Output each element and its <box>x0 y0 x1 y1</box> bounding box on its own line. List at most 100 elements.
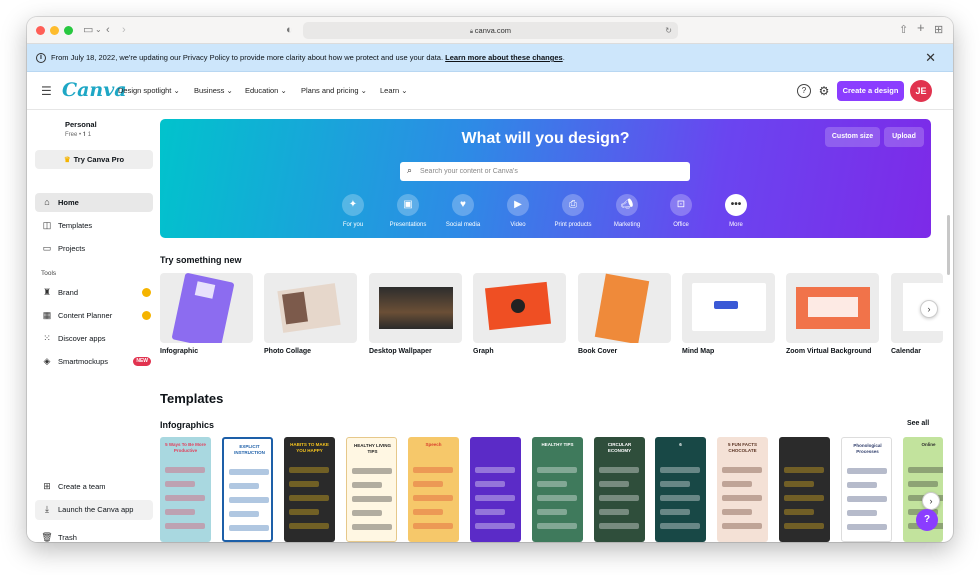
category-office[interactable]: ⊡ Office <box>651 194 711 228</box>
sidebar-toggle-icon[interactable]: ▭ <box>83 23 93 37</box>
upload-button[interactable]: Upload <box>884 127 924 147</box>
sidebar-item-create-team[interactable]: ⊞ Create a team <box>35 477 153 496</box>
template-content-block <box>660 481 690 487</box>
custom-size-button[interactable]: Custom size <box>825 127 880 147</box>
template-content-block <box>660 509 690 515</box>
template-content-block <box>289 467 329 473</box>
avatar[interactable]: JE <box>910 80 932 102</box>
sidebar-item-discover-apps[interactable]: ⁙ Discover apps <box>35 329 153 348</box>
sidebar-item-templates[interactable]: ◫ Templates <box>35 216 153 235</box>
category-social-media[interactable]: ♥ Social media <box>433 194 493 228</box>
template-content-block <box>537 509 567 515</box>
banner-link[interactable]: Learn more about these changes <box>445 53 563 62</box>
sidebar-item-brand[interactable]: ♜ Brand <box>35 283 153 302</box>
sidebar-item-content-planner[interactable]: ▦ Content Planner <box>35 306 153 325</box>
presentation-icon: ▣ <box>397 194 419 216</box>
category-for-you[interactable]: ✦ For you <box>323 194 383 228</box>
address-bar[interactable]: 🔒︎ canva.com ↻ <box>303 22 678 39</box>
gear-icon[interactable]: ⚙ <box>817 84 831 98</box>
search-box: ⌕ <box>400 162 690 181</box>
category-video[interactable]: ▶ Video <box>488 194 548 228</box>
template-thumb[interactable]: HABITS TO MAKE YOU HAPPY <box>284 437 335 542</box>
template-thumb[interactable]: Phonological Processes <box>841 437 892 542</box>
sidebar-item-smartmockups[interactable]: ◈ Smartmockups NEW <box>35 352 153 371</box>
template-content-block <box>229 525 269 531</box>
reload-icon[interactable]: ↻ <box>665 22 672 39</box>
help-icon[interactable]: ? <box>797 84 811 98</box>
template-thumb[interactable]: HEALTHY TIPS <box>532 437 583 542</box>
template-content-block <box>413 509 443 515</box>
close-window-button[interactable] <box>36 26 45 35</box>
nav-education[interactable]: Education ⌄ <box>245 86 287 95</box>
menu-icon[interactable]: ☰ <box>41 84 52 98</box>
template-thumb[interactable]: 6 <box>655 437 706 542</box>
account-name[interactable]: Personal <box>65 120 97 129</box>
template-content-block <box>722 467 762 473</box>
sidebar: Personal Free • 𝟏 1 ♛ Try Canva Pro ⌂ Home… <box>27 111 160 542</box>
browser-toolbar: ▭ ⌄ ‹ › ◐ 🔒︎ canva.com ↻ ⇧ + ⊞ <box>27 17 953 44</box>
try-pro-button[interactable]: ♛ Try Canva Pro <box>35 150 153 169</box>
sidebar-item-launch-app[interactable]: ⤓ Launch the Canva app <box>35 500 153 519</box>
category-print-products[interactable]: ⎙ Print products <box>543 194 603 228</box>
search-input[interactable] <box>420 165 680 178</box>
template-thumb[interactable]: HEALTHY LIVING TIPS <box>346 437 397 542</box>
scrollbar-thumb[interactable] <box>947 215 950 275</box>
new-badge: NEW <box>133 357 151 366</box>
share-icon[interactable]: ⇧ <box>899 23 908 37</box>
template-content-block <box>165 509 195 515</box>
template-content-block <box>475 481 505 487</box>
category-presentations[interactable]: ▣ Presentations <box>378 194 438 228</box>
category-marketing[interactable]: 📣︎ Marketing <box>597 194 657 228</box>
close-banner-icon[interactable]: ✕ <box>925 44 936 72</box>
card-zoom-background[interactable] <box>786 273 879 343</box>
template-thumb[interactable]: EXPLICIT INSTRUCTION <box>222 437 273 542</box>
templates-heading: Templates <box>160 391 224 406</box>
template-thumb[interactable]: CIRCULAR ECONOMY <box>594 437 645 542</box>
nav-learn[interactable]: Learn ⌄ <box>380 86 408 95</box>
tab-overview-icon[interactable]: ⊞ <box>934 23 943 37</box>
category-more[interactable]: ••• More <box>706 194 766 228</box>
template-thumb[interactable] <box>470 437 521 542</box>
card-mind-map[interactable] <box>682 273 775 343</box>
sidebar-item-home[interactable]: ⌂ Home <box>35 193 153 212</box>
forward-icon[interactable]: › <box>122 23 126 37</box>
card-graph[interactable] <box>473 273 566 343</box>
card-photo-collage[interactable] <box>264 273 357 343</box>
back-icon[interactable]: ‹ <box>106 23 110 37</box>
template-content-block <box>847 524 887 530</box>
nav-plans-pricing[interactable]: Plans and pricing ⌄ <box>301 86 367 95</box>
zoom-window-button[interactable] <box>64 26 73 35</box>
template-content-block <box>537 495 577 501</box>
chevron-down-icon[interactable]: ⌄ <box>95 23 102 37</box>
template-content-block <box>784 481 814 487</box>
mockup-icon: ◈ <box>43 356 51 366</box>
help-button[interactable]: ? <box>916 509 938 531</box>
card-infographic[interactable] <box>160 273 253 343</box>
template-content-block <box>847 510 877 516</box>
template-thumb[interactable]: 5 Ways To Be More Productive <box>160 437 211 542</box>
template-content-block <box>229 497 269 503</box>
template-content-block <box>784 509 814 515</box>
sidebar-item-trash[interactable]: 🗑︎ Trash <box>35 528 153 542</box>
templates-next-arrow[interactable]: › <box>922 492 940 510</box>
new-tab-icon[interactable]: + <box>917 21 925 35</box>
card-book-cover[interactable] <box>578 273 671 343</box>
card-desktop-wallpaper[interactable] <box>369 273 462 343</box>
create-design-button[interactable]: Create a design <box>837 81 904 101</box>
canva-logo[interactable]: Canva <box>62 79 127 101</box>
nav-design-spotlight[interactable]: Design spotlight ⌄ <box>118 86 180 95</box>
minimize-window-button[interactable] <box>50 26 59 35</box>
apps-icon: ⁙ <box>43 333 51 343</box>
see-all-link[interactable]: See all <box>907 420 929 427</box>
search-icon: ⌕ <box>407 165 413 175</box>
template-content-block <box>289 481 319 487</box>
privacy-shield-icon[interactable]: ◐ <box>286 23 293 37</box>
template-thumb[interactable]: Speech <box>408 437 459 542</box>
sidebar-item-projects[interactable]: ▭ Projects <box>35 239 153 258</box>
template-thumb[interactable] <box>779 437 830 542</box>
template-content-block <box>722 523 762 529</box>
template-title: Online <box>921 442 936 447</box>
nav-business[interactable]: Business ⌄ <box>194 86 233 95</box>
template-thumb[interactable]: 5 FUN FACTS CHOCOLATE <box>717 437 768 542</box>
next-arrow-button[interactable]: › <box>920 300 938 318</box>
